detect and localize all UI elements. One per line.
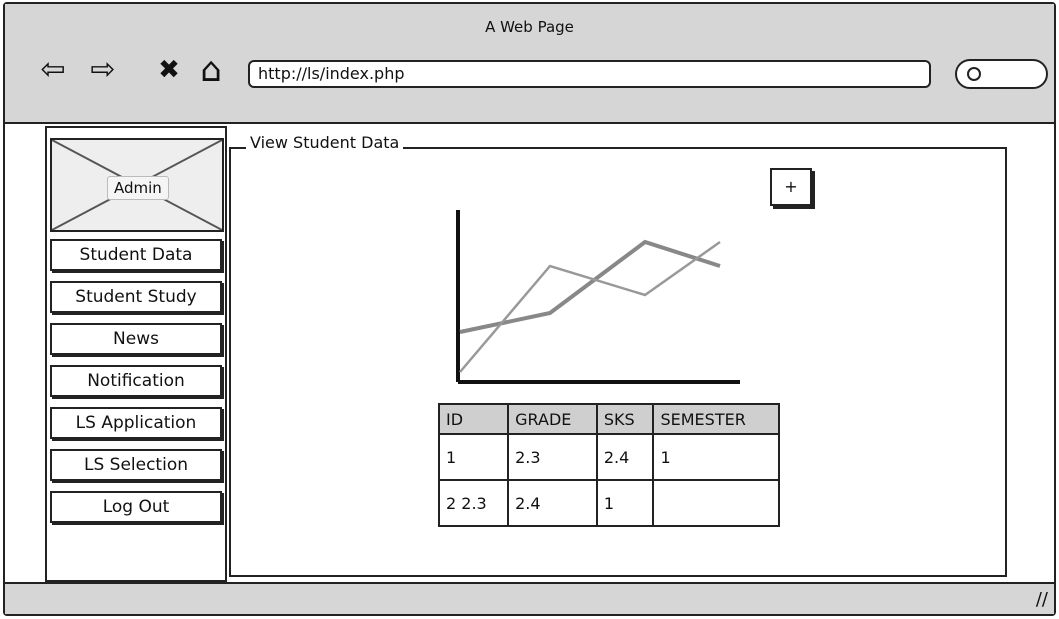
table-header-row: ID GRADE SKS SEMESTER — [437, 403, 780, 435]
search-icon — [967, 67, 981, 81]
table-header-grade: GRADE — [507, 403, 598, 435]
add-button[interactable]: + — [770, 168, 812, 206]
admin-label: Admin — [107, 176, 169, 200]
back-arrow-icon[interactable]: ⇦ — [33, 50, 73, 90]
admin-image-placeholder: Admin — [50, 138, 224, 232]
nav-item-ls-application[interactable]: LS Application — [50, 407, 222, 439]
resize-grip-icon[interactable]: // — [1036, 589, 1048, 610]
forward-arrow-icon[interactable]: ⇨ — [83, 50, 123, 90]
table-cell: 1 — [652, 433, 780, 481]
table-header-sks: SKS — [595, 403, 655, 435]
table-row: 2 2.3 2.4 1 — [437, 479, 780, 527]
close-icon[interactable]: ✖ — [149, 50, 189, 90]
nav-item-log-out[interactable]: Log Out — [50, 491, 222, 523]
nav-item-notification[interactable]: Notification — [50, 365, 222, 397]
nav-item-ls-selection[interactable]: LS Selection — [50, 449, 222, 481]
home-icon[interactable]: ⌂ — [191, 50, 231, 90]
table-cell: 2.4 — [507, 479, 598, 527]
status-bar: // — [5, 582, 1054, 614]
nav-item-student-study[interactable]: Student Study — [50, 281, 222, 313]
table-cell: 2.3 — [507, 433, 598, 481]
line-chart-placeholder — [456, 210, 740, 384]
table-header-semester: SEMESTER — [652, 403, 780, 435]
table-cell: 1 — [437, 433, 510, 481]
table-row: 1 2.3 2.4 1 — [437, 433, 780, 481]
sidebar: Admin Student Data Student Study News No… — [45, 126, 227, 582]
browser-titlebar: A Web Page ⇦ ⇨ ✖ ⌂ http://ls/index.php — [5, 4, 1054, 124]
table-cell: 1 — [595, 479, 655, 527]
table-cell: 2.4 — [595, 433, 655, 481]
panel-title: View Student Data — [246, 133, 404, 152]
nav-item-news[interactable]: News — [50, 323, 222, 355]
table-cell — [652, 479, 780, 527]
student-data-table: ID GRADE SKS SEMESTER 1 2.3 2.4 1 2 2.3 … — [437, 403, 780, 527]
table-header-id: ID — [437, 403, 510, 435]
chart-series-line-2 — [459, 240, 721, 373]
window-title: A Web Page — [485, 18, 574, 36]
chart-series-line-1 — [459, 239, 721, 334]
address-bar[interactable]: http://ls/index.php — [248, 60, 931, 88]
nav-item-student-data[interactable]: Student Data — [50, 239, 222, 271]
table-cell: 2 2.3 — [437, 479, 510, 527]
search-field[interactable] — [955, 59, 1048, 89]
